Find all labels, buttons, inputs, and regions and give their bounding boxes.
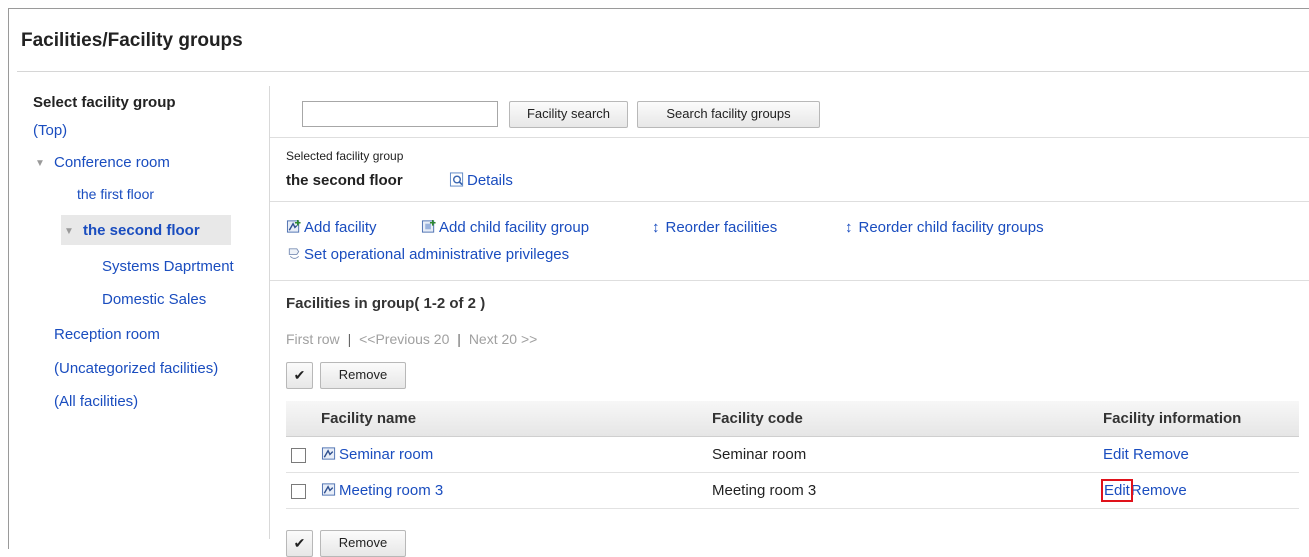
column-facility-code: Facility code <box>712 401 1103 437</box>
column-facility-name: Facility name <box>321 401 712 437</box>
details-label: Details <box>467 172 513 189</box>
expand-triangle-icon[interactable]: ▼ <box>35 158 45 169</box>
add-group-icon <box>421 219 436 233</box>
reorder-child-groups-label: Reorder child facility groups <box>858 219 1044 236</box>
table-header-row: Facility name Facility code Facility inf… <box>286 401 1299 437</box>
add-child-group-link[interactable]: Add child facility group <box>421 219 589 236</box>
row-checkbox[interactable] <box>291 483 306 499</box>
sidebar-item-conference-room[interactable]: Conference room <box>54 154 170 171</box>
reorder-arrows-icon: ↕ <box>845 219 853 236</box>
remove-link[interactable]: Remove <box>1131 482 1187 499</box>
pager-previous: <<Previous 20 <box>359 331 450 347</box>
pager: First row | <<Previous 20 | Next 20 >> <box>286 331 537 347</box>
sidebar-item-first-floor[interactable]: the first floor <box>77 186 154 202</box>
page-title: Facilities/Facility groups <box>21 30 243 51</box>
reorder-arrows-icon: ↕ <box>652 219 660 236</box>
add-child-group-label: Add child facility group <box>439 219 590 236</box>
sidebar-item-second-floor[interactable]: the second floor <box>83 222 200 239</box>
facility-icon <box>321 447 336 460</box>
pager-next: Next 20 >> <box>468 331 538 347</box>
facility-name-label: Meeting room 3 <box>339 482 444 499</box>
facility-icon <box>321 483 336 496</box>
header-checkbox-cell <box>286 401 321 437</box>
facilities-heading: Facilities in group( 1-2 of 2 ) <box>286 295 486 312</box>
check-all-button[interactable]: ✔ <box>286 362 313 389</box>
title-divider <box>17 71 1309 72</box>
facility-group-sidebar: Select facility group (Top) ▼ Conference… <box>17 86 270 539</box>
facility-name-label: Seminar room <box>339 446 434 463</box>
row-checkbox[interactable] <box>291 447 306 463</box>
remove-link[interactable]: Remove <box>1133 446 1189 463</box>
divider <box>270 280 1309 281</box>
facility-search-button[interactable]: Facility search <box>509 101 628 128</box>
expand-triangle-icon[interactable]: ▼ <box>64 226 74 237</box>
pager-first: First row <box>286 331 340 347</box>
column-facility-information: Facility information <box>1103 401 1299 437</box>
sidebar-heading: Select facility group <box>33 94 176 111</box>
table-row: Seminar room Seminar room Edit Remove <box>286 437 1299 473</box>
reorder-facilities-link[interactable]: ↕ Reorder facilities <box>652 219 777 236</box>
edit-link[interactable]: Edit <box>1101 479 1133 502</box>
selected-group-caption: Selected facility group <box>286 149 404 163</box>
search-facility-groups-button[interactable]: Search facility groups <box>637 101 820 128</box>
pager-separator: | <box>347 331 352 347</box>
sidebar-item-domestic-sales[interactable]: Domestic Sales <box>102 291 206 308</box>
facility-code: Seminar room <box>712 446 807 463</box>
sidebar-item-reception-room[interactable]: Reception room <box>54 326 160 343</box>
add-facility-icon <box>286 219 301 233</box>
divider <box>270 137 1309 138</box>
sidebar-item-top[interactable]: (Top) <box>33 122 67 139</box>
divider <box>270 201 1309 202</box>
pager-separator: | <box>457 331 461 347</box>
edit-link[interactable]: Edit <box>1103 446 1129 463</box>
table-row: Meeting room 3 Meeting room 3 EditRemove <box>286 473 1299 509</box>
reorder-facilities-label: Reorder facilities <box>665 219 778 236</box>
check-all-button-bottom[interactable]: ✔ <box>286 530 313 557</box>
privileges-icon <box>288 248 300 259</box>
facilities-table: Facility name Facility code Facility inf… <box>286 401 1299 509</box>
details-icon <box>449 172 464 187</box>
details-link[interactable]: Details <box>449 172 513 189</box>
sidebar-item-systems-department[interactable]: Systems Daprtment <box>102 258 234 275</box>
main-panel: Facility search Search facility groups S… <box>270 86 1309 557</box>
facility-code: Meeting room 3 <box>712 482 817 499</box>
remove-selected-button[interactable]: Remove <box>320 362 406 389</box>
facility-name-link[interactable]: Meeting room 3 <box>321 482 443 499</box>
search-input[interactable] <box>302 101 498 127</box>
remove-selected-button-bottom[interactable]: Remove <box>320 530 406 557</box>
reorder-child-groups-link[interactable]: ↕ Reorder child facility groups <box>845 219 1044 236</box>
sidebar-item-all-facilities[interactable]: (All facilities) <box>54 393 138 410</box>
set-privileges-link[interactable]: Set operational administrative privilege… <box>286 246 569 263</box>
selected-group-name: the second floor <box>286 172 403 189</box>
set-privileges-label: Set operational administrative privilege… <box>304 246 570 263</box>
sidebar-item-uncategorized[interactable]: (Uncategorized facilities) <box>54 360 218 377</box>
facility-name-link[interactable]: Seminar room <box>321 446 433 463</box>
add-facility-link[interactable]: Add facility <box>286 219 377 236</box>
add-facility-label: Add facility <box>304 219 377 236</box>
